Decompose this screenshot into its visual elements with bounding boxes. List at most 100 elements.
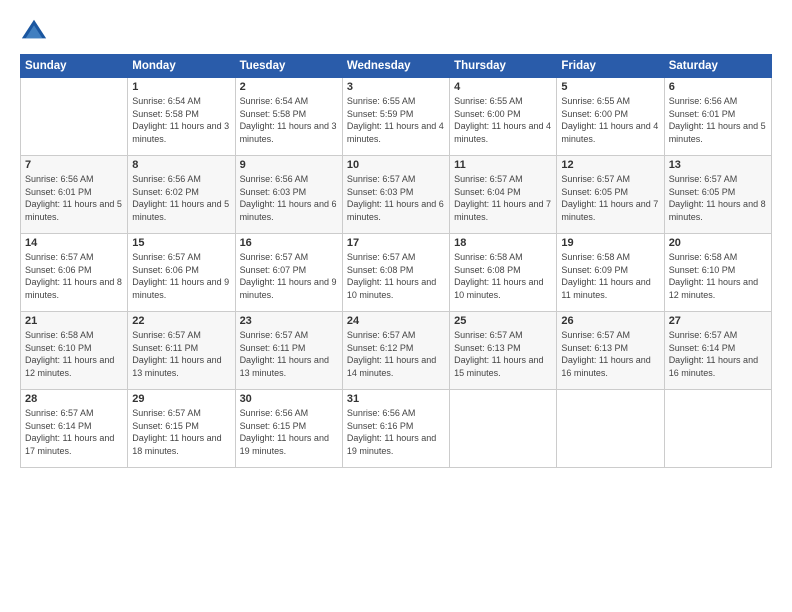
day-info: Sunrise: 6:57 AMSunset: 6:14 PMDaylight:… — [25, 408, 114, 456]
day-info: Sunrise: 6:57 AMSunset: 6:11 PMDaylight:… — [240, 330, 329, 378]
day-number: 29 — [132, 393, 230, 405]
header-row: SundayMondayTuesdayWednesdayThursdayFrid… — [21, 55, 772, 78]
day-info: Sunrise: 6:55 AMSunset: 5:59 PMDaylight:… — [347, 96, 444, 144]
day-cell: 17 Sunrise: 6:57 AMSunset: 6:08 PMDayligh… — [342, 234, 449, 312]
day-cell: 22 Sunrise: 6:57 AMSunset: 6:11 PMDayligh… — [128, 312, 235, 390]
header-cell-friday: Friday — [557, 55, 664, 78]
day-number: 16 — [240, 237, 338, 249]
day-number: 31 — [347, 393, 445, 405]
day-cell: 1Sunrise: 6:54 AMSunset: 5:58 PMDaylight… — [128, 78, 235, 156]
day-cell: 10 Sunrise: 6:57 AMSunset: 6:03 PMDayligh… — [342, 156, 449, 234]
day-number: 3 — [347, 81, 445, 93]
day-cell — [450, 390, 557, 468]
week-row-4: 21Sunrise: 6:58 AMSunset: 6:10 PMDayligh… — [21, 312, 772, 390]
day-info: Sunrise: 6:58 AMSunset: 6:10 PMDaylight:… — [669, 252, 758, 300]
day-number: 27 — [669, 315, 767, 327]
day-cell: 28 Sunrise: 6:57 AMSunset: 6:14 PMDayligh… — [21, 390, 128, 468]
day-number: 11 — [454, 159, 552, 171]
day-number: 1 — [132, 81, 230, 93]
day-info: Sunrise: 6:57 AMSunset: 6:13 PMDaylight:… — [454, 330, 543, 378]
day-number: 10 — [347, 159, 445, 171]
day-cell: 24 Sunrise: 6:57 AMSunset: 6:12 PMDayligh… — [342, 312, 449, 390]
day-cell: 6 Sunrise: 6:56 AMSunset: 6:01 PMDaylight… — [664, 78, 771, 156]
header-cell-tuesday: Tuesday — [235, 55, 342, 78]
day-cell: 26Sunrise: 6:57 AMSunset: 6:13 PMDayligh… — [557, 312, 664, 390]
day-cell: 14Sunrise: 6:57 AMSunset: 6:06 PMDayligh… — [21, 234, 128, 312]
day-cell: 29Sunrise: 6:57 AMSunset: 6:15 PMDayligh… — [128, 390, 235, 468]
day-cell — [557, 390, 664, 468]
day-cell: 20 Sunrise: 6:58 AMSunset: 6:10 PMDayligh… — [664, 234, 771, 312]
calendar-body: 1Sunrise: 6:54 AMSunset: 5:58 PMDaylight… — [21, 78, 772, 468]
day-number: 22 — [132, 315, 230, 327]
day-number: 12 — [561, 159, 659, 171]
day-number: 30 — [240, 393, 338, 405]
day-info: Sunrise: 6:57 AMSunset: 6:06 PMDaylight:… — [132, 252, 229, 300]
day-cell — [664, 390, 771, 468]
page: SundayMondayTuesdayWednesdayThursdayFrid… — [0, 0, 792, 612]
week-row-5: 28 Sunrise: 6:57 AMSunset: 6:14 PMDayligh… — [21, 390, 772, 468]
day-number: 23 — [240, 315, 338, 327]
day-number: 15 — [132, 237, 230, 249]
day-cell: 9 Sunrise: 6:56 AMSunset: 6:03 PMDaylight… — [235, 156, 342, 234]
logo-icon — [20, 16, 48, 44]
header-cell-sunday: Sunday — [21, 55, 128, 78]
day-number: 28 — [25, 393, 123, 405]
day-cell: 30 Sunrise: 6:56 AMSunset: 6:15 PMDayligh… — [235, 390, 342, 468]
day-number: 4 — [454, 81, 552, 93]
day-number: 25 — [454, 315, 552, 327]
day-info: Sunrise: 6:56 AMSunset: 6:03 PMDaylight:… — [240, 174, 337, 222]
day-number: 18 — [454, 237, 552, 249]
day-cell: 2Sunrise: 6:54 AMSunset: 5:58 PMDaylight… — [235, 78, 342, 156]
day-info: Sunrise: 6:56 AMSunset: 6:01 PMDaylight:… — [669, 96, 766, 144]
day-info: Sunrise: 6:57 AMSunset: 6:12 PMDaylight:… — [347, 330, 436, 378]
day-info: Sunrise: 6:57 AMSunset: 6:04 PMDaylight:… — [454, 174, 551, 222]
day-cell: 16 Sunrise: 6:57 AMSunset: 6:07 PMDayligh… — [235, 234, 342, 312]
day-info: Sunrise: 6:57 AMSunset: 6:11 PMDaylight:… — [132, 330, 221, 378]
day-info: Sunrise: 6:57 AMSunset: 6:07 PMDaylight:… — [240, 252, 337, 300]
day-cell: 5Sunrise: 6:55 AMSunset: 6:00 PMDaylight… — [557, 78, 664, 156]
day-cell: 3 Sunrise: 6:55 AMSunset: 5:59 PMDaylight… — [342, 78, 449, 156]
day-cell: 13 Sunrise: 6:57 AMSunset: 6:05 PMDayligh… — [664, 156, 771, 234]
calendar-table: SundayMondayTuesdayWednesdayThursdayFrid… — [20, 54, 772, 468]
day-info: Sunrise: 6:56 AMSunset: 6:15 PMDaylight:… — [240, 408, 329, 456]
day-info: Sunrise: 6:57 AMSunset: 6:14 PMDaylight:… — [669, 330, 758, 378]
day-cell: 15 Sunrise: 6:57 AMSunset: 6:06 PMDayligh… — [128, 234, 235, 312]
header-cell-wednesday: Wednesday — [342, 55, 449, 78]
day-info: Sunrise: 6:56 AMSunset: 6:01 PMDaylight:… — [25, 174, 122, 222]
day-number: 9 — [240, 159, 338, 171]
day-number: 2 — [240, 81, 338, 93]
day-info: Sunrise: 6:58 AMSunset: 6:08 PMDaylight:… — [454, 252, 543, 300]
day-number: 7 — [25, 159, 123, 171]
header-cell-thursday: Thursday — [450, 55, 557, 78]
day-number: 14 — [25, 237, 123, 249]
day-info: Sunrise: 6:57 AMSunset: 6:03 PMDaylight:… — [347, 174, 444, 222]
day-info: Sunrise: 6:56 AMSunset: 6:02 PMDaylight:… — [132, 174, 229, 222]
day-cell: 23 Sunrise: 6:57 AMSunset: 6:11 PMDayligh… — [235, 312, 342, 390]
day-number: 8 — [132, 159, 230, 171]
day-info: Sunrise: 6:57 AMSunset: 6:05 PMDaylight:… — [669, 174, 766, 222]
day-info: Sunrise: 6:58 AMSunset: 6:10 PMDaylight:… — [25, 330, 114, 378]
day-cell: 4 Sunrise: 6:55 AMSunset: 6:00 PMDaylight… — [450, 78, 557, 156]
day-info: Sunrise: 6:55 AMSunset: 6:00 PMDaylight:… — [454, 96, 551, 144]
day-cell: 19Sunrise: 6:58 AMSunset: 6:09 PMDayligh… — [557, 234, 664, 312]
week-row-1: 1Sunrise: 6:54 AMSunset: 5:58 PMDaylight… — [21, 78, 772, 156]
week-row-3: 14 Sunrise: 6:57 AMSunset: 6:06 PMDayligh… — [21, 234, 772, 312]
day-number: 24 — [347, 315, 445, 327]
day-number: 6 — [669, 81, 767, 93]
day-info: Sunrise: 6:57 AMSunset: 6:13 PMDaylight:… — [561, 330, 650, 378]
logo — [20, 16, 52, 44]
day-number: 13 — [669, 159, 767, 171]
day-cell: 27 Sunrise: 6:57 AMSunset: 6:14 PMDayligh… — [664, 312, 771, 390]
day-cell: 8 Sunrise: 6:56 AMSunset: 6:02 PMDaylight… — [128, 156, 235, 234]
header-cell-monday: Monday — [128, 55, 235, 78]
day-cell: 25 Sunrise: 6:57 AMSunset: 6:13 PMDayligh… — [450, 312, 557, 390]
day-info: Sunrise: 6:57 AMSunset: 6:08 PMDaylight:… — [347, 252, 436, 300]
header — [20, 16, 772, 44]
day-info: Sunrise: 6:56 AMSunset: 6:16 PMDaylight:… — [347, 408, 436, 456]
calendar-header: SundayMondayTuesdayWednesdayThursdayFrid… — [21, 55, 772, 78]
day-number: 17 — [347, 237, 445, 249]
header-cell-saturday: Saturday — [664, 55, 771, 78]
day-cell: 11 Sunrise: 6:57 AMSunset: 6:04 PMDayligh… — [450, 156, 557, 234]
day-number: 20 — [669, 237, 767, 249]
day-cell: 21Sunrise: 6:58 AMSunset: 6:10 PMDayligh… — [21, 312, 128, 390]
